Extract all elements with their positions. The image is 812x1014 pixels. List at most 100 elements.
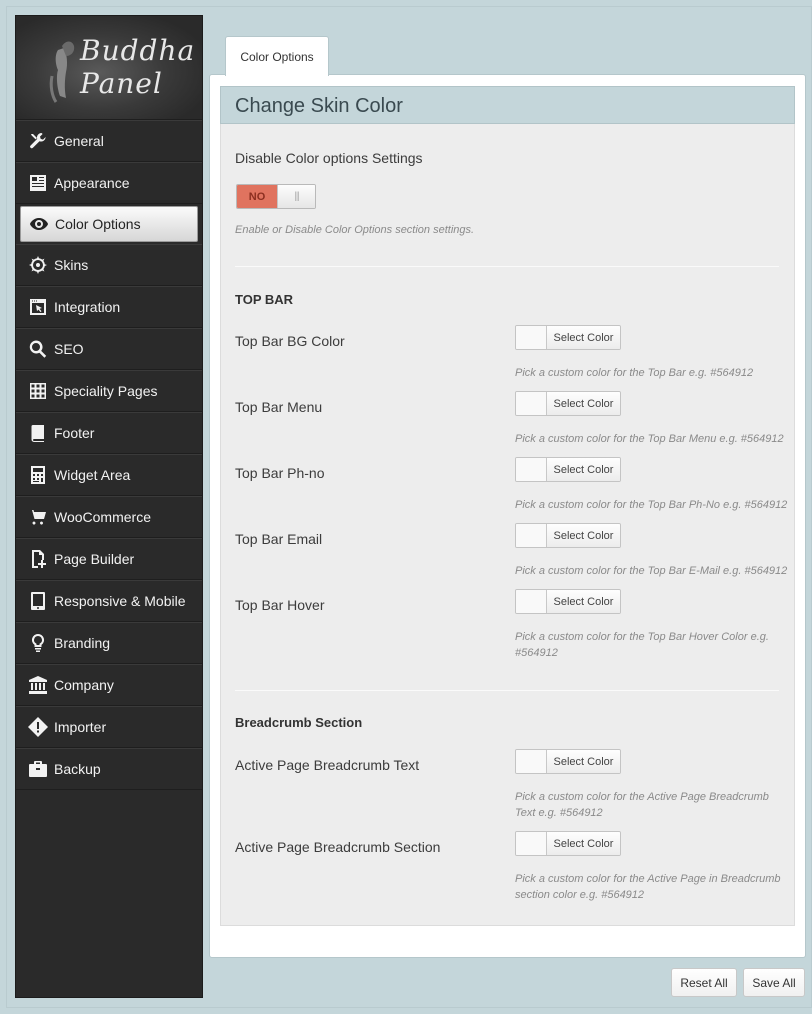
sidebar-item-label: General bbox=[54, 133, 104, 149]
sidebar-item-label: Branding bbox=[54, 635, 111, 651]
sidebar-item-label: Page Builder bbox=[54, 551, 135, 567]
sidebar-item-label: Appearance bbox=[54, 175, 130, 191]
sidebar-item-footer[interactable]: Footer bbox=[16, 412, 202, 454]
sidebar-item-label: Responsive & Mobile bbox=[54, 593, 186, 609]
top-bar-menu-label: Top Bar Menu bbox=[235, 399, 323, 415]
color-swatch bbox=[516, 458, 547, 481]
top-bar-hover-color-picker[interactable]: Select Color bbox=[515, 589, 621, 614]
sidebar-item-widget-area[interactable]: Widget Area bbox=[16, 454, 202, 496]
sidebar-item-appearance[interactable]: Appearance bbox=[16, 162, 202, 204]
sidebar-item-general[interactable]: General bbox=[16, 120, 202, 162]
briefcase-icon bbox=[27, 758, 49, 780]
warning-diamond-icon bbox=[27, 716, 49, 738]
sidebar-item-label: Backup bbox=[54, 761, 101, 777]
color-swatch bbox=[516, 392, 547, 415]
select-color-button: Select Color bbox=[547, 524, 620, 547]
color-swatch bbox=[516, 750, 547, 773]
bank-icon bbox=[27, 674, 49, 696]
sidebar-item-label: Footer bbox=[54, 425, 95, 441]
logo-line2: Panel bbox=[80, 67, 163, 100]
top-bar-menu-color-picker[interactable]: Select Color bbox=[515, 391, 621, 416]
top-bar-menu-desc: Pick a custom color for the Top Bar Menu… bbox=[515, 433, 784, 445]
sidebar-item-label: SEO bbox=[54, 341, 84, 357]
select-color-button: Select Color bbox=[547, 832, 620, 855]
file-plus-icon bbox=[27, 548, 49, 570]
top-bar-email-label: Top Bar Email bbox=[235, 531, 323, 547]
cart-icon bbox=[27, 506, 49, 528]
sidebar-item-seo[interactable]: SEO bbox=[16, 328, 202, 370]
divider bbox=[235, 690, 779, 691]
breadcrumb-section-label: Active Page Breadcrumb Section bbox=[235, 839, 441, 855]
breadcrumb-section-color-picker[interactable]: Select Color bbox=[515, 831, 621, 856]
sidebar-item-backup[interactable]: Backup bbox=[16, 748, 202, 790]
top-bar-heading: TOP BAR bbox=[235, 292, 294, 307]
ship-wheel-icon bbox=[27, 254, 49, 276]
top-bar-hover-desc-line1: Pick a custom color for the Top Bar Hove… bbox=[515, 631, 769, 643]
top-bar-phno-label: Top Bar Ph-no bbox=[235, 465, 325, 481]
top-bar-email-desc: Pick a custom color for the Top Bar E-Ma… bbox=[515, 565, 788, 577]
select-color-button: Select Color bbox=[547, 458, 620, 481]
wrench-icon bbox=[27, 130, 49, 152]
top-bar-phno-desc: Pick a custom color for the Top Bar Ph-N… bbox=[515, 499, 788, 511]
tablet-icon bbox=[27, 590, 49, 612]
top-bar-email-color-picker[interactable]: Select Color bbox=[515, 523, 621, 548]
sidebar-item-label: Company bbox=[54, 677, 114, 693]
section-content bbox=[220, 124, 795, 926]
sidebar: Buddha Panel General Appearance Color Op… bbox=[15, 15, 203, 998]
sidebar-item-color-options[interactable]: Color Options bbox=[20, 206, 198, 242]
breadcrumb-text-desc-line2: Text e.g. #564912 bbox=[515, 807, 603, 819]
breadcrumb-text-label: Active Page Breadcrumb Text bbox=[235, 757, 420, 773]
book-icon bbox=[27, 422, 49, 444]
browser-cursor-icon bbox=[27, 296, 49, 318]
disable-color-options-desc: Enable or Disable Color Options section … bbox=[235, 224, 475, 236]
disable-color-options-label: Disable Color options Settings bbox=[235, 150, 423, 166]
top-bar-bg-color-desc: Pick a custom color for the Top Bar e.g.… bbox=[515, 367, 754, 379]
sidebar-item-label: Widget Area bbox=[54, 467, 131, 483]
toggle-knob: ||| bbox=[277, 185, 315, 208]
eye-icon bbox=[28, 213, 50, 235]
select-color-button: Select Color bbox=[547, 590, 620, 613]
breadcrumb-heading: Breadcrumb Section bbox=[235, 715, 363, 730]
sidebar-item-speciality-pages[interactable]: Speciality Pages bbox=[16, 370, 202, 412]
logo-line1: Buddha bbox=[80, 34, 196, 67]
logo-text: Buddha Panel bbox=[78, 34, 195, 100]
top-bar-hover-label: Top Bar Hover bbox=[235, 597, 325, 613]
sidebar-item-page-builder[interactable]: Page Builder bbox=[16, 538, 202, 580]
bulb-icon bbox=[27, 632, 49, 654]
color-swatch bbox=[516, 590, 547, 613]
breadcrumb-section-desc-line1: Pick a custom color for the Active Page … bbox=[515, 873, 781, 885]
sidebar-item-label: Color Options bbox=[55, 216, 141, 232]
select-color-button: Select Color bbox=[547, 326, 620, 349]
calculator-icon bbox=[27, 464, 49, 486]
logo: Buddha Panel bbox=[16, 16, 202, 120]
newspaper-icon bbox=[27, 172, 49, 194]
sidebar-item-label: Speciality Pages bbox=[54, 383, 158, 399]
tab-color-options[interactable]: Color Options bbox=[225, 36, 329, 76]
color-swatch bbox=[516, 832, 547, 855]
sidebar-item-skins[interactable]: Skins bbox=[16, 244, 202, 286]
section-title: Change Skin Color bbox=[220, 86, 795, 124]
top-bar-bg-color-label: Top Bar BG Color bbox=[235, 333, 345, 349]
top-bar-hover-desc-line2: #564912 bbox=[515, 647, 558, 659]
reset-all-button[interactable]: Reset All bbox=[671, 968, 737, 997]
sidebar-item-responsive-mobile[interactable]: Responsive & Mobile bbox=[16, 580, 202, 622]
sidebar-item-branding[interactable]: Branding bbox=[16, 622, 202, 664]
top-bar-phno-color-picker[interactable]: Select Color bbox=[515, 457, 621, 482]
color-swatch bbox=[516, 524, 547, 547]
breadcrumb-text-color-picker[interactable]: Select Color bbox=[515, 749, 621, 774]
sidebar-item-company[interactable]: Company bbox=[16, 664, 202, 706]
magnifier-icon bbox=[27, 338, 49, 360]
sidebar-item-label: Skins bbox=[54, 257, 89, 273]
sidebar-item-integration[interactable]: Integration bbox=[16, 286, 202, 328]
color-swatch bbox=[516, 326, 547, 349]
breadcrumb-section-desc-line2: section color e.g. #564912 bbox=[515, 889, 645, 901]
sidebar-item-importer[interactable]: Importer bbox=[16, 706, 202, 748]
top-bar-bg-color-picker[interactable]: Select Color bbox=[515, 325, 621, 350]
sidebar-item-label: Integration bbox=[54, 299, 121, 315]
sidebar-item-label: WooCommerce bbox=[54, 509, 151, 525]
disable-color-options-toggle[interactable]: NO ||| bbox=[236, 184, 316, 209]
sidebar-item-label: Importer bbox=[54, 719, 107, 735]
toggle-off-label: NO bbox=[237, 185, 277, 208]
save-all-button[interactable]: Save All bbox=[743, 968, 805, 997]
sidebar-item-woocommerce[interactable]: WooCommerce bbox=[16, 496, 202, 538]
